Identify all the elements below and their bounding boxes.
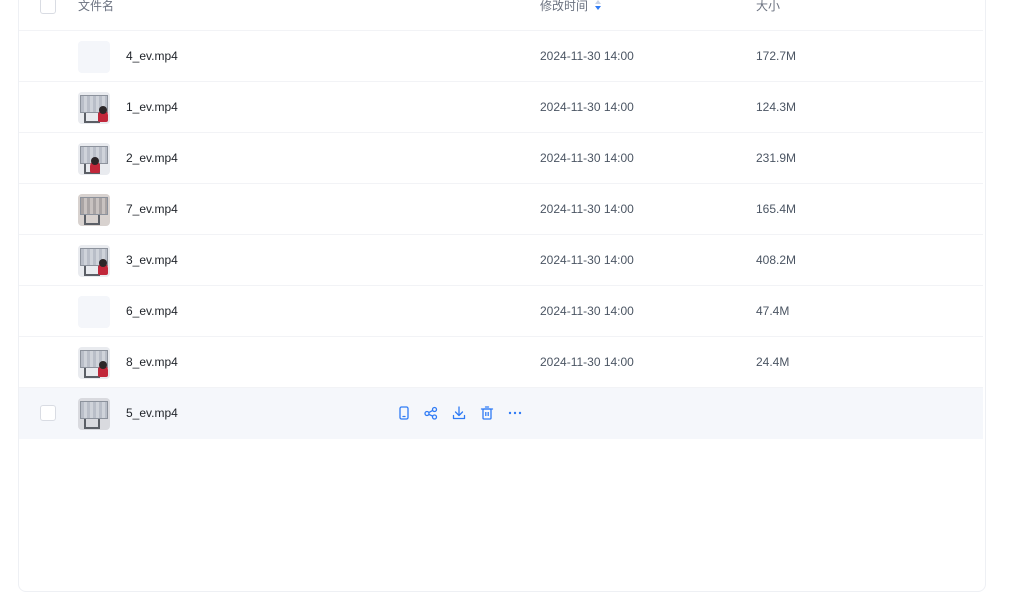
file-name[interactable]: 8_ev.mp4 [126, 355, 178, 369]
table-row[interactable]: 1_ev.mp4 2024-11-30 14:00 124.3M [19, 82, 983, 133]
table-row[interactable]: 3_ev.mp4 2024-11-30 14:00 408.2M [19, 235, 983, 286]
table-row[interactable]: 2_ev.mp4 2024-11-30 14:00 231.9M [19, 133, 983, 184]
table-row[interactable]: 7_ev.mp4 2024-11-30 14:00 165.4M [19, 184, 983, 235]
delete-icon[interactable] [479, 405, 495, 421]
table-row[interactable]: 4_ev.mp4 2024-11-30 14:00 172.7M [19, 31, 983, 82]
column-header-size[interactable]: 大小 [756, 0, 780, 13]
column-header-mtime[interactable]: 修改时间 [540, 0, 602, 13]
table-row-hovered[interactable]: 5_ev.mp4 [19, 388, 983, 439]
file-size: 231.9M [756, 151, 797, 165]
file-size: 165.4M [756, 202, 797, 216]
file-name[interactable]: 4_ev.mp4 [126, 49, 178, 63]
phone-icon[interactable] [396, 405, 412, 421]
file-size: 124.3M [756, 100, 797, 114]
video-thumbnail [78, 143, 110, 175]
file-name[interactable]: 6_ev.mp4 [126, 304, 178, 318]
sort-icon[interactable] [594, 0, 602, 12]
file-name[interactable]: 7_ev.mp4 [126, 202, 178, 216]
file-mtime: 2024-11-30 14:00 [540, 151, 634, 165]
file-thumbnail [78, 296, 110, 328]
download-icon[interactable] [451, 405, 467, 421]
select-all-checkbox[interactable] [40, 0, 56, 14]
file-name[interactable]: 2_ev.mp4 [126, 151, 178, 165]
file-size: 47.4M [756, 304, 790, 318]
file-mtime: 2024-11-30 14:00 [540, 355, 634, 369]
file-name[interactable]: 3_ev.mp4 [126, 253, 178, 267]
table-row[interactable]: 8_ev.mp4 2024-11-30 14:00 24.4M [19, 337, 983, 388]
file-mtime: 2024-11-30 14:00 [540, 304, 634, 318]
file-size: 24.4M [756, 355, 790, 369]
file-name[interactable]: 5_ev.mp4 [126, 406, 178, 420]
file-thumbnail [78, 41, 110, 73]
file-mtime: 2024-11-30 14:00 [540, 100, 634, 114]
table-row[interactable]: 6_ev.mp4 2024-11-30 14:00 47.4M [19, 286, 983, 337]
file-mtime: 2024-11-30 14:00 [540, 202, 634, 216]
video-thumbnail [78, 194, 110, 226]
video-thumbnail [78, 92, 110, 124]
table-header: 文件名 修改时间 大小 [19, 0, 983, 31]
more-icon[interactable] [507, 405, 523, 421]
file-mtime: 2024-11-30 14:00 [540, 253, 634, 267]
video-thumbnail [78, 245, 110, 277]
file-table: 文件名 修改时间 大小 4_ev.mp4 2024-11-30 14:00 17… [19, 0, 983, 439]
file-mtime: 2024-11-30 14:00 [540, 49, 634, 63]
row-checkbox[interactable] [40, 405, 56, 421]
file-size: 172.7M [756, 49, 797, 63]
video-thumbnail [78, 347, 110, 379]
column-header-mtime-label: 修改时间 [540, 0, 589, 13]
video-thumbnail [78, 398, 110, 430]
file-size: 408.2M [756, 253, 797, 267]
column-header-name[interactable]: 文件名 [78, 0, 114, 13]
file-name[interactable]: 1_ev.mp4 [126, 100, 178, 114]
share-icon[interactable] [423, 405, 439, 421]
